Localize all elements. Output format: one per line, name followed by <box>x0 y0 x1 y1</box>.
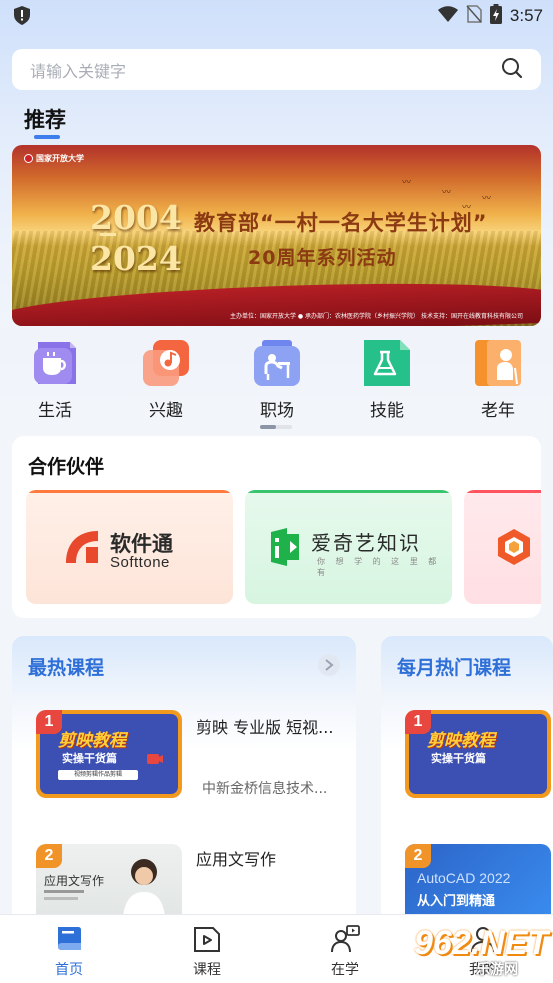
tab-indicator <box>34 135 60 139</box>
banner-headline: 教育部“一村一名大学生计划” <box>194 211 488 235</box>
course-thumbnail: 1 剪映教程 实操干货篇 <box>405 710 551 798</box>
partner-card-iqiyi[interactable]: 爱奇艺知识 你 想 学 的 这 里 都 有 <box>245 490 452 604</box>
clock-time: 3:57 <box>509 6 543 25</box>
thumb-tag: 视频剪辑作品剪辑 <box>58 770 138 780</box>
search-icon[interactable] <box>501 57 523 83</box>
thumb-subtitle: 实操干货篇 <box>431 752 486 765</box>
video-course-icon <box>167 923 247 955</box>
tab-recommend[interactable]: 推荐 <box>24 104 66 134</box>
category-label: 技能 <box>370 401 404 421</box>
hot-courses-title: 最热课程 <box>28 657 105 679</box>
thumb-subtitle: 实操干货篇 <box>62 752 117 765</box>
bird-icon: 〰 <box>442 188 452 198</box>
partners-title: 合作伙伴 <box>28 456 105 478</box>
status-bar: 3:57 <box>0 0 553 32</box>
nav-label: 课程 <box>193 962 221 978</box>
partner-hexagon-logo-icon <box>496 528 532 570</box>
elderly-person-icon <box>473 338 523 388</box>
category-label: 职场 <box>260 401 294 421</box>
softtone-logo-icon <box>64 527 104 569</box>
category-elderly[interactable]: 老年 <box>458 338 538 421</box>
course-thumbnail: 1 剪映教程 实操干货篇 视频剪辑作品剪辑 <box>36 710 182 798</box>
site-watermark: 962.NET 乐游网 <box>414 924 549 980</box>
partner-card-third[interactable] <box>464 490 541 604</box>
chevron-right-icon[interactable] <box>318 654 340 676</box>
nav-label: 首页 <box>55 962 83 978</box>
nav-home[interactable]: 首页 <box>29 923 109 979</box>
category-label: 生活 <box>38 401 72 421</box>
rank-badge: 1 <box>36 710 62 734</box>
rank-badge: 2 <box>36 844 62 868</box>
thumb-title: AutoCAD 2022 <box>417 870 511 886</box>
rank-badge: 2 <box>405 844 431 868</box>
course-item[interactable]: 2 应用文写作 应用文写作 <box>12 836 356 926</box>
thumb-title: 剪映教程 <box>58 731 126 751</box>
category-skills[interactable]: 技能 <box>347 338 427 421</box>
shield-icon <box>14 6 30 29</box>
partner-tagline: 你 想 学 的 这 里 都 有 <box>317 557 441 577</box>
search-input[interactable]: 请输入关键字 <box>30 58 126 82</box>
video-camera-icon <box>146 750 164 772</box>
promo-banner[interactable]: 国家开放大学 〰 〰 〰 〰 2004 2024 教育部“一村一名大学生计划” … <box>12 145 541 326</box>
course-name: 应用文写作 <box>196 850 277 869</box>
flask-icon <box>362 338 412 388</box>
home-book-icon <box>29 923 109 955</box>
banner-year-start: 2004 <box>90 198 182 237</box>
banner-footer: 主办单位：国家开放大学 ● 承办部门：农林医药学院（乡村振兴学院） 技术支持：国… <box>230 313 523 320</box>
wifi-icon <box>437 6 458 26</box>
office-worker-icon <box>252 338 302 388</box>
category-label: 老年 <box>481 401 515 421</box>
partners-section: 合作伙伴 软件通 Softtone 爱奇艺知识 你 想 学 的 这 里 都 有 <box>12 436 541 618</box>
watermark-number: 962.NET <box>414 924 549 962</box>
music-note-icon <box>141 338 191 388</box>
course-item[interactable]: 1 剪映教程 实操干货篇 视频剪辑作品剪辑 剪映 专业版 短视... 中新金桥信… <box>12 706 356 806</box>
banner-dash <box>100 233 116 236</box>
banner-subhead: 20周年系列活动 <box>248 247 397 269</box>
thumb-title: 应用文写作 <box>44 874 105 888</box>
learning-person-icon <box>305 923 385 955</box>
bird-icon: 〰 <box>402 178 412 188</box>
monthly-courses-card: 每月热门课程 1 剪映教程 实操干货篇 2 AutoCAD 2022 从入门到精… <box>381 636 553 926</box>
nav-label: 在学 <box>331 962 359 978</box>
nav-studying[interactable]: 在学 <box>305 923 385 979</box>
thumb-subtitle: 从入门到精通 <box>417 894 496 909</box>
course-item[interactable]: 2 AutoCAD 2022 从入门到精通 <box>381 836 553 926</box>
monthly-courses-title: 每月热门课程 <box>397 657 512 679</box>
course-org: 中新金桥信息技术... <box>202 781 328 797</box>
iqiyi-logo-icon <box>267 526 303 572</box>
nav-courses[interactable]: 课程 <box>167 923 247 979</box>
category-label: 兴趣 <box>149 401 183 421</box>
partner-name-en: Softtone <box>110 554 170 571</box>
search-bar[interactable]: 请输入关键字 <box>12 49 541 90</box>
category-life[interactable]: 生活 <box>15 338 95 421</box>
course-name: 剪映 专业版 短视... <box>196 718 334 737</box>
battery-charging-icon <box>489 4 502 28</box>
banner-year-end: 2024 <box>90 239 182 278</box>
thumb-title: 剪映教程 <box>427 731 495 751</box>
rank-badge: 1 <box>405 710 431 734</box>
hot-courses-card: 最热课程 1 剪映教程 实操干货篇 视频剪辑作品剪辑 剪映 专业版 短视... … <box>12 636 356 926</box>
partner-name: 爱奇艺知识 <box>311 531 421 555</box>
banner-logo: 国家开放大学 <box>24 153 84 164</box>
no-signal-icon <box>466 5 482 27</box>
partner-card-softtone[interactable]: 软件通 Softtone <box>26 490 233 604</box>
watermark-site: 乐游网 <box>476 962 518 978</box>
category-scroll-indicator <box>260 425 292 429</box>
category-interest[interactable]: 兴趣 <box>126 338 206 421</box>
course-item[interactable]: 1 剪映教程 实操干货篇 <box>381 706 553 806</box>
bird-icon: 〰 <box>482 194 492 204</box>
category-workplace[interactable]: 职场 <box>237 338 317 421</box>
coffee-cup-icon <box>30 338 80 388</box>
